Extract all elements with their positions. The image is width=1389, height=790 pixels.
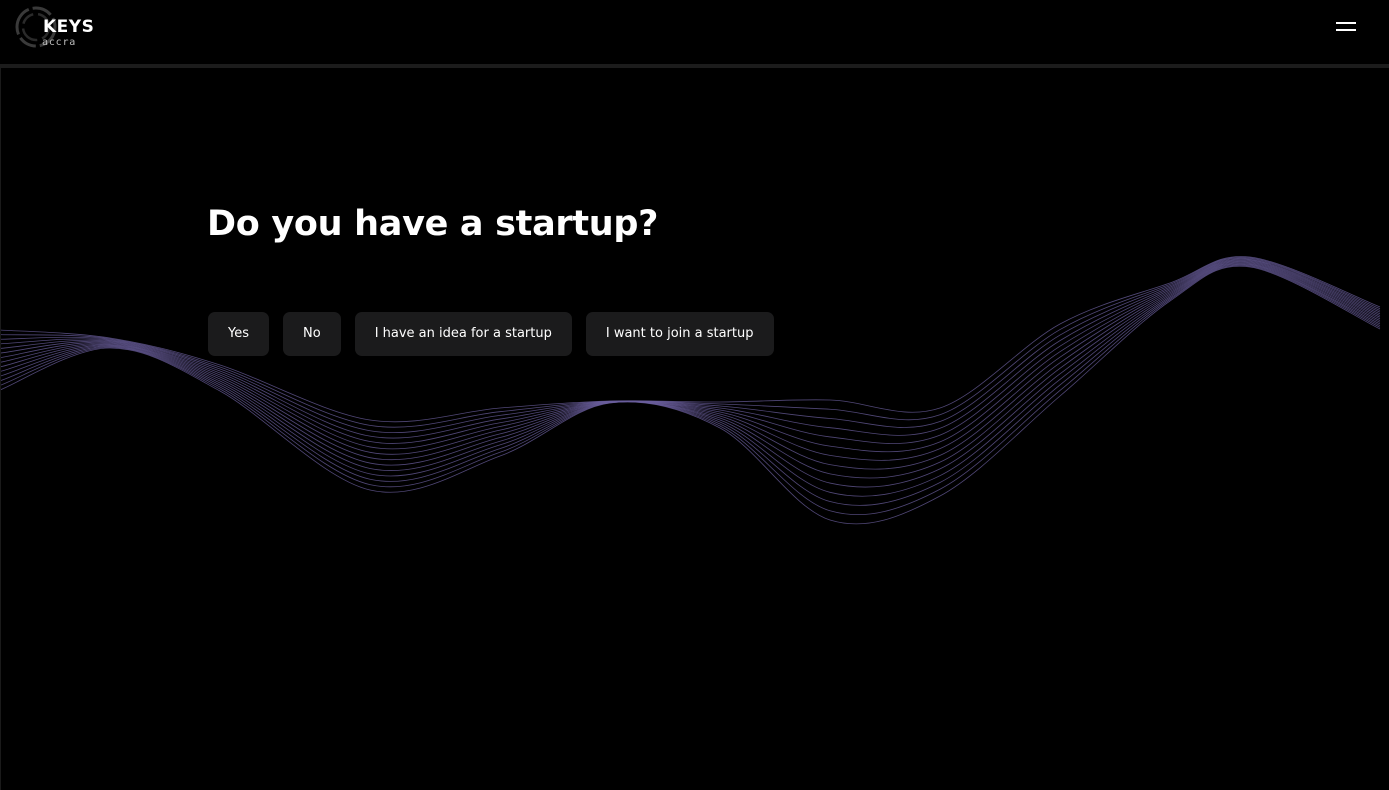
page: KEYS accra Do you have a startup? Yes No… — [0, 0, 1389, 790]
question-heading: Do you have a startup? — [207, 204, 659, 244]
logo-subtitle: accra — [42, 37, 77, 48]
wave-line — [0, 265, 1381, 525]
wave-line — [0, 264, 1381, 506]
answer-no-button[interactable]: No — [283, 312, 341, 356]
answer-options: Yes No I have an idea for a startup I wa… — [208, 312, 774, 356]
answer-idea-button[interactable]: I have an idea for a startup — [354, 312, 572, 356]
site-header: KEYS accra — [0, 0, 1389, 64]
logo[interactable]: KEYS accra — [15, 5, 105, 51]
background-wave — [0, 256, 1381, 525]
wave-line — [0, 259, 1381, 453]
header-divider — [0, 64, 1389, 68]
answer-yes-button[interactable]: Yes — [208, 312, 269, 356]
wave-line — [0, 265, 1381, 516]
menu-line-bottom — [1336, 29, 1356, 31]
left-border — [0, 68, 1, 790]
menu-line-top — [1336, 22, 1356, 24]
logo-title: KEYS — [43, 17, 95, 37]
hamburger-menu-icon[interactable] — [1326, 14, 1366, 40]
answer-join-button[interactable]: I want to join a startup — [585, 312, 774, 356]
